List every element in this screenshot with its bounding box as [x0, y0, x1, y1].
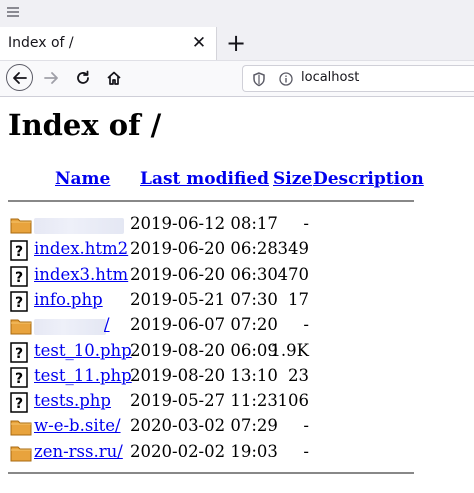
last-modified: 2019-05-21 07:30 — [130, 290, 278, 309]
table-row: zen-rss.ru/2020-02-02 19:03 - — [0, 440, 474, 466]
file-size: - — [303, 442, 309, 461]
table-row: ? info.php 2019-05-21 07:30 17 — [0, 288, 474, 314]
address-bar[interactable]: localhost — [242, 65, 474, 92]
unknown-file-icon: ? — [10, 240, 32, 261]
file-size: - — [303, 315, 309, 334]
table-row: ? tests.php 2019-05-27 11:23 106 — [0, 389, 474, 415]
last-modified: 2020-02-02 19:03 — [130, 442, 278, 461]
tab-index[interactable]: Index of / ✕ — [0, 27, 217, 60]
table-row: / 2019-06-07 07:20 - — [0, 313, 474, 339]
shield-icon[interactable] — [252, 72, 266, 87]
header-divider — [8, 200, 414, 202]
sort-by-name-link[interactable]: Name — [55, 169, 110, 189]
svg-text:?: ? — [15, 396, 23, 412]
file-link[interactable]: index.htm2 — [34, 239, 128, 258]
window-titlebar — [0, 0, 474, 27]
file-size: 106 — [277, 391, 310, 410]
file-link[interactable]: tests.php — [34, 391, 111, 410]
file-size: 23 — [288, 366, 309, 385]
sort-by-description-link[interactable]: Description — [313, 169, 424, 189]
table-row: ? index3.htm 2019-06-20 06:30 470 — [0, 263, 474, 289]
folder-icon — [10, 215, 32, 235]
new-tab-button[interactable]: + — [224, 31, 248, 55]
file-link[interactable]: w-e-b.site/ — [34, 416, 121, 435]
file-size: 470 — [277, 265, 310, 284]
last-modified: 2019-06-20 06:30 — [130, 265, 278, 284]
file-size: 349 — [277, 239, 310, 258]
forward-arrow-icon — [44, 72, 58, 84]
home-button[interactable] — [100, 64, 128, 92]
file-size: 17 — [288, 290, 309, 309]
table-row: w-e-b.site/2020-03-02 07:29 - — [0, 414, 474, 440]
unknown-file-icon: ? — [10, 392, 32, 413]
svg-text:?: ? — [15, 346, 23, 362]
svg-text:?: ? — [15, 270, 23, 286]
last-modified: 2019-06-12 08:17 — [130, 214, 278, 233]
svg-text:?: ? — [15, 244, 23, 260]
file-link[interactable]: test_11.php — [34, 366, 132, 385]
svg-text:?: ? — [15, 371, 23, 387]
tab-title: Index of / — [8, 35, 74, 51]
table-row: ? index.htm2 2019-06-20 06:28 349 — [0, 237, 474, 263]
folder-icon — [10, 417, 32, 437]
file-size: 1.9K — [270, 341, 309, 360]
folder-icon — [10, 443, 32, 463]
file-size: - — [303, 416, 309, 435]
file-link[interactable]: / — [104, 315, 110, 334]
sort-by-size-link[interactable]: Size — [273, 169, 312, 189]
last-modified: 2019-08-20 06:09 — [130, 341, 278, 360]
unknown-file-icon: ? — [10, 266, 32, 287]
last-modified: 2019-08-20 13:10 — [130, 366, 278, 385]
redacted-name — [34, 319, 106, 335]
table-row: 2019-06-12 08:17 - — [0, 212, 474, 238]
footer-divider — [8, 472, 414, 474]
unknown-file-icon: ? — [10, 367, 32, 388]
file-link[interactable]: index3.htm — [34, 265, 128, 284]
back-arrow-icon — [12, 71, 27, 84]
file-link[interactable]: zen-rss.ru/ — [34, 442, 123, 461]
file-link[interactable]: test_10.php — [34, 341, 132, 360]
file-link[interactable]: info.php — [34, 290, 103, 309]
back-button[interactable] — [6, 64, 33, 91]
url-text: localhost — [301, 70, 360, 85]
tab-strip: Index of / ✕ + — [0, 27, 474, 61]
last-modified: 2019-06-07 07:20 — [130, 315, 278, 334]
last-modified: 2019-06-20 06:28 — [130, 239, 278, 258]
unknown-file-icon: ? — [10, 342, 32, 363]
table-row: ? test_11.php 2019-08-20 13:10 23 — [0, 364, 474, 390]
sort-by-modified-link[interactable]: Last modified — [140, 169, 269, 189]
close-tab-icon[interactable]: ✕ — [190, 34, 208, 52]
redacted-name — [34, 218, 124, 234]
menu-icon[interactable] — [7, 7, 19, 17]
folder-icon — [10, 316, 32, 336]
forward-button[interactable] — [37, 64, 65, 92]
navigation-toolbar: localhost — [0, 61, 474, 97]
file-size: - — [303, 214, 309, 233]
table-row: ? test_10.php 2019-08-20 06:09 1.9K — [0, 339, 474, 365]
reload-icon — [77, 70, 89, 84]
page-title: Index of / — [8, 108, 162, 142]
home-icon — [107, 71, 121, 85]
info-icon[interactable] — [279, 72, 293, 86]
last-modified: 2019-05-27 11:23 — [130, 391, 278, 410]
unknown-file-icon: ? — [10, 291, 32, 312]
last-modified: 2020-03-02 07:29 — [130, 416, 278, 435]
svg-text:?: ? — [15, 295, 23, 311]
reload-button[interactable] — [69, 64, 97, 92]
